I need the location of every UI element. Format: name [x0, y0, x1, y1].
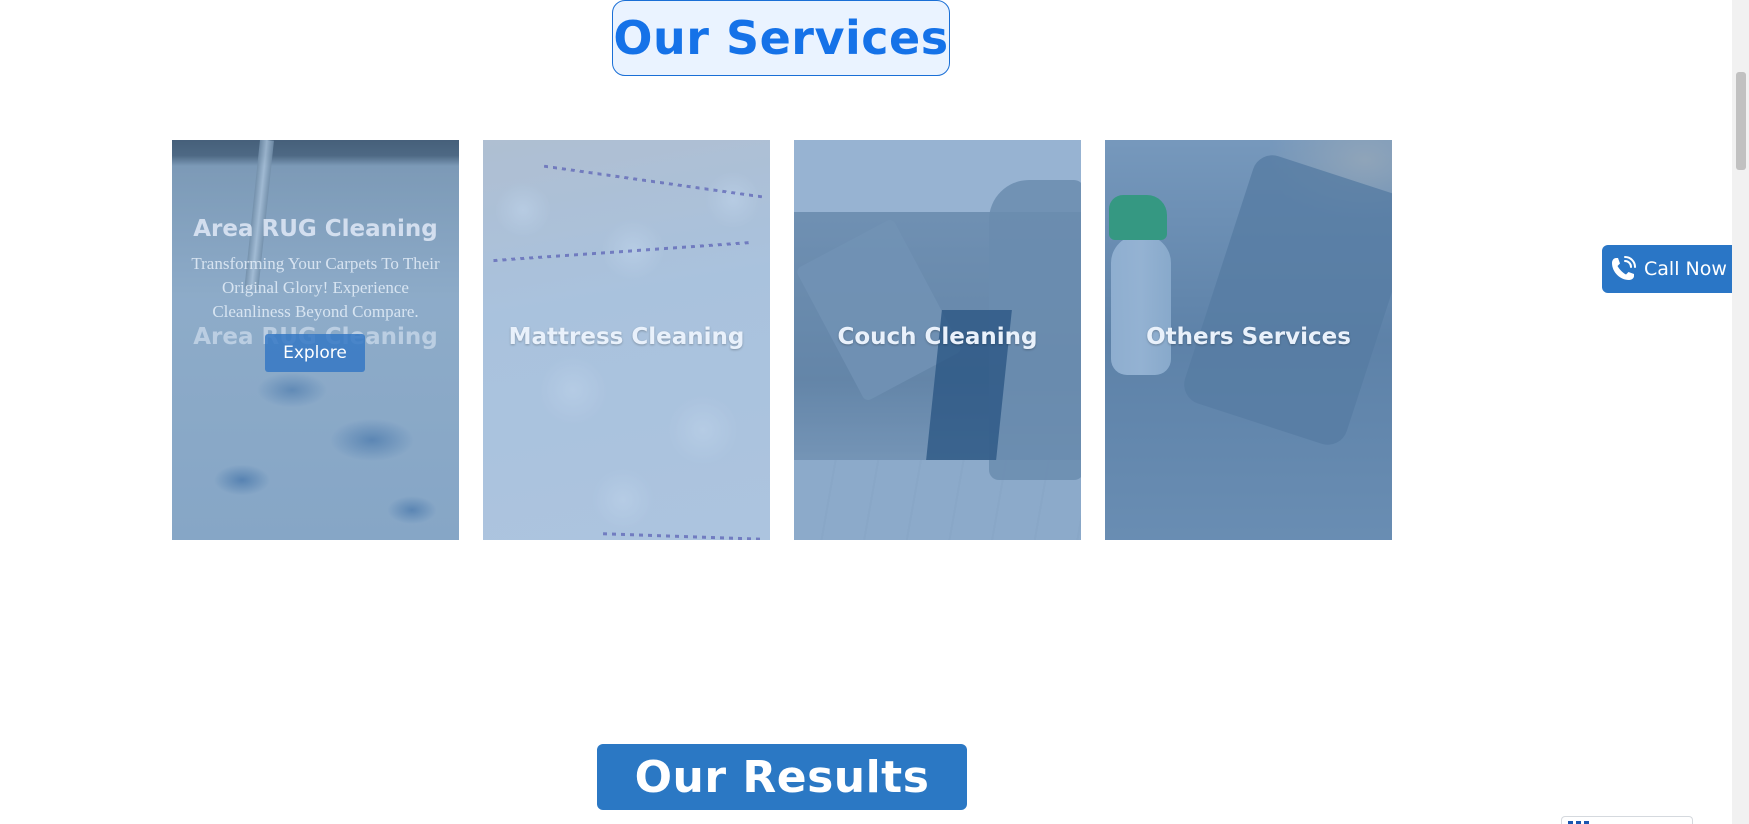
card-hover-title: Area RUG Cleaning: [193, 216, 438, 242]
card-title: Couch Cleaning: [837, 324, 1038, 350]
card-title: Others Services: [1146, 324, 1351, 350]
phone-icon: [1608, 254, 1638, 284]
services-heading: Our Services: [612, 0, 950, 76]
results-title: Our Results: [634, 751, 930, 803]
call-now-label: Call Now: [1644, 258, 1727, 280]
service-card-couch[interactable]: Couch Cleaning: [794, 140, 1081, 540]
page: Our Services Area RUG Cleaning Area RUG …: [0, 0, 1749, 824]
call-now-button[interactable]: Call Now: [1602, 245, 1734, 293]
floating-widget[interactable]: [1561, 816, 1693, 824]
results-heading: Our Results: [597, 744, 967, 810]
services-title: Our Services: [613, 11, 949, 65]
service-card-mattress[interactable]: Mattress Cleaning: [483, 140, 770, 540]
card-description: Transforming Your Carpets To Their Origi…: [191, 254, 440, 321]
service-card-others[interactable]: Others Services: [1105, 140, 1392, 540]
explore-button[interactable]: Explore: [265, 334, 365, 372]
service-card-area-rug[interactable]: Area RUG Cleaning Area RUG Cleaning Tran…: [172, 140, 459, 540]
card-title: Mattress Cleaning: [508, 324, 745, 350]
scrollbar-thumb[interactable]: [1736, 72, 1746, 170]
